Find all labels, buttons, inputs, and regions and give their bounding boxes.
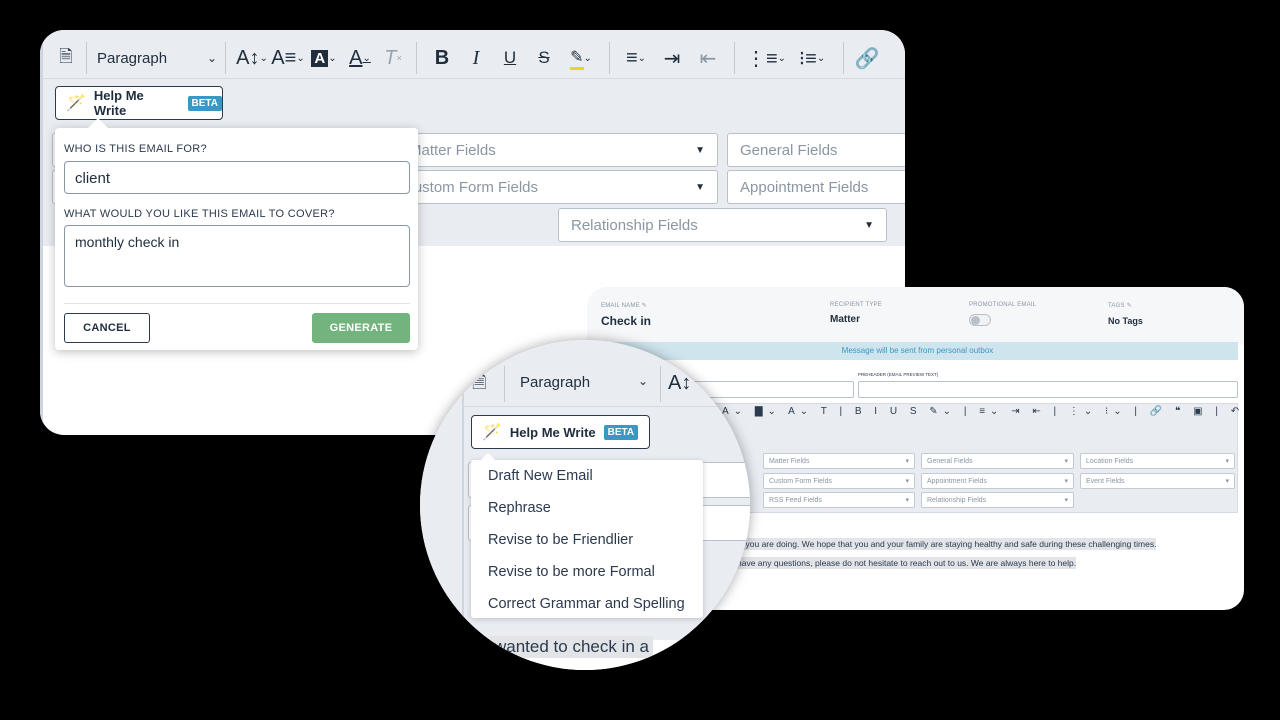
preheader-input[interactable] (858, 381, 1238, 398)
matter-fields-select-small[interactable]: Matter Fields ▾ (763, 453, 915, 469)
relationship-fields-label: Relationship Fields (571, 216, 698, 234)
font-size-icon[interactable]: A↕ ⌄ (234, 44, 270, 72)
mini-toolbar[interactable]: A⌄ ▇⌄ A⌄ T | B I U S ✎⌄ | ≡⌄ ⇥ ⇤ | ⋮⌄ ⁝⌄… (722, 406, 1244, 417)
matter-fields-select[interactable]: Matter Fields ▼ (396, 133, 718, 167)
font-color-icon[interactable]: A ⌄ (342, 44, 378, 72)
menu-item-draft-new-email[interactable]: Draft New Email (471, 460, 703, 492)
general-fields-select-small[interactable]: General Fields ▾ (921, 453, 1074, 469)
tags-value[interactable]: No Tags (1108, 316, 1143, 326)
general-fields-label: General Fields (740, 141, 838, 159)
promotional-email-label: PROMOTIONAL EMAIL (969, 302, 1037, 308)
generate-button[interactable]: GENERATE (312, 313, 410, 343)
word-import-icon[interactable]: 🗎 (472, 370, 486, 400)
magic-wand-icon: 🪄 (66, 95, 86, 112)
location-fields-select[interactable]: Location Fields ▾ (1080, 453, 1235, 469)
magic-wand-icon: 🪄 (482, 424, 502, 441)
clear-format-icon[interactable]: T × (378, 44, 408, 72)
custom-form-fields-select[interactable]: Custom Form Fields ▼ (390, 170, 718, 204)
word-import-icon[interactable]: 🗎 (54, 44, 78, 72)
email-name-label: EMAIL NAME ✎ (601, 303, 647, 309)
promotional-toggle[interactable] (969, 314, 991, 326)
event-fields-select[interactable]: Event Fields ▾ (1080, 473, 1235, 489)
align-icon[interactable]: ≡ ⌄ (618, 44, 654, 72)
tags-label: TAGS ✎ (1108, 303, 1132, 309)
email-name[interactable]: Check in (601, 314, 651, 328)
help-me-write-button[interactable]: 🪄 Help Me Write BETA (471, 415, 650, 449)
block-format-select[interactable]: Paragraph ⌄ (520, 374, 648, 391)
topic-label: WHAT WOULD YOU LIKE THIS EMAIL TO COVER? (64, 208, 335, 220)
custom-form-fields-select-small[interactable]: Custom Form Fields ▾ (763, 473, 915, 489)
block-format-value: Paragraph (97, 49, 168, 67)
beta-badge: BETA (187, 95, 222, 111)
appointment-fields-label: Appointment Fields (740, 178, 869, 196)
link-icon[interactable]: 🔗 (852, 44, 882, 72)
recipient-label: WHO IS THIS EMAIL FOR? (64, 143, 207, 155)
matter-fields-label: Matter Fields (409, 141, 496, 159)
highlight-text-icon[interactable]: A ⌄ (306, 44, 342, 72)
appointment-fields-select[interactable]: Appointment Fields (727, 170, 905, 204)
block-format-select[interactable]: Paragraph ⌄ (95, 44, 217, 72)
custom-form-fields-label: Custom Form Fields (403, 178, 539, 196)
cancel-button[interactable]: CANCEL (64, 313, 150, 343)
recipient-type-value: Matter (830, 314, 861, 325)
body-text-zoomed[interactable]: wanted to check in a (490, 636, 653, 658)
help-me-write-popup: WHO IS THIS EMAIL FOR? client WHAT WOULD… (55, 118, 418, 350)
body-line-2[interactable]: have any questions, please do not hesita… (737, 557, 1077, 569)
relationship-fields-select[interactable]: Relationship Fields ▼ (558, 208, 887, 242)
topic-textarea[interactable]: monthly check in (64, 225, 410, 287)
body-line-1[interactable]: w you are doing. We hope that you and yo… (737, 538, 1157, 550)
strikethrough-icon[interactable]: S (527, 44, 561, 72)
editor-toolbar: 🗎 Paragraph ⌄ A↕ ⌄ A≡ ⌄ A ⌄ A ⌄ T × B I U S ✎ ⌄… (54, 42, 882, 74)
italic-icon[interactable]: I (459, 44, 493, 72)
caret-down-icon: ▼ (695, 144, 705, 156)
caret-down-icon: ▼ (864, 219, 874, 231)
highlighter-icon[interactable]: ✎ ⌄ (561, 44, 601, 72)
beta-badge: BETA (603, 424, 639, 440)
outdent-icon[interactable]: ⇤ (690, 44, 726, 72)
help-me-write-button[interactable]: 🪄 Help Me Write BETA (55, 86, 223, 120)
help-me-write-label: Help Me Write (509, 424, 596, 440)
menu-item-formal[interactable]: Revise to be more Formal (471, 556, 703, 588)
menu-item-friendlier[interactable]: Revise to be Friendlier (471, 524, 703, 556)
bold-icon[interactable]: B (425, 44, 459, 72)
general-fields-select[interactable]: General Fields (727, 133, 905, 167)
rss-feed-fields-select[interactable]: RSS Feed Fields ▾ (763, 492, 915, 508)
underline-icon[interactable]: U (493, 44, 527, 72)
bullet-list-icon[interactable]: ⁝≡ ⌄ (789, 44, 835, 72)
recipient-type-label: RECIPIENT TYPE (830, 302, 882, 308)
recipient-input[interactable]: client (64, 161, 410, 194)
indent-icon[interactable]: ⇥ (654, 44, 690, 72)
numbered-list-icon[interactable]: ⋮≡ ⌄ (743, 44, 789, 72)
menu-item-rephrase[interactable]: Rephrase (471, 492, 703, 524)
help-me-write-label: Help Me Write (93, 88, 144, 118)
help-me-write-menu: Draft New Email Rephrase Revise to be Fr… (471, 452, 703, 620)
font-size-icon[interactable]: A↕ (668, 372, 691, 395)
caret-down-icon: ▼ (695, 181, 705, 193)
preheader-label: PREHEADER (EMAIL PREVIEW TEXT) (858, 372, 939, 377)
line-height-icon[interactable]: A≡ ⌄ (270, 44, 306, 72)
relationship-fields-select-small[interactable]: Relationship Fields ▾ (921, 492, 1074, 508)
appointment-fields-select-small[interactable]: Appointment Fields ▾ (921, 473, 1074, 489)
magnifier-circle: 🗎 Paragraph ⌄ A↕ 🪄 Help Me Write BETA Dra… (420, 340, 750, 670)
menu-item-grammar[interactable]: Correct Grammar and Spelling (471, 588, 703, 620)
